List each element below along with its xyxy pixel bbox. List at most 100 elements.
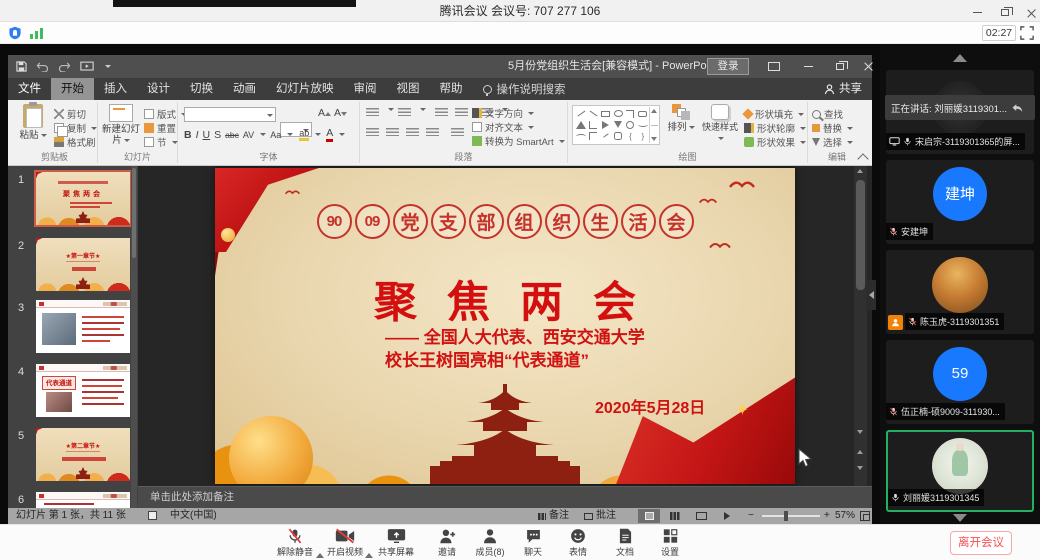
participant-tile[interactable]: 陈玉虎-3119301351 [886,250,1034,334]
slide-thumbnail-1[interactable]: 聚焦两会 [36,172,130,225]
comments-toggle[interactable]: 批注 [584,508,616,524]
align-center-button[interactable] [386,128,399,138]
case-arrow[interactable] [287,133,293,136]
current-slide[interactable]: ✦ [215,168,795,484]
previous-slide-icon[interactable] [857,450,863,454]
font-name-combo[interactable] [184,107,276,122]
format-painter-button[interactable]: 格式刷 [54,135,97,149]
font-color-arrow[interactable] [339,133,345,136]
shape-outline-button[interactable]: 形状轮廓 [744,121,806,135]
select-button[interactable]: 选择 [812,135,853,149]
minimize-button[interactable] [968,6,986,18]
quick-styles-button[interactable]: 快速样式 [700,104,740,144]
redo-icon[interactable] [58,61,71,72]
italic-button[interactable]: I [196,129,199,141]
zoom-out-button[interactable]: − [748,508,754,524]
slide-sorter-button[interactable] [664,509,686,523]
close-button[interactable] [1022,6,1040,18]
video-options-arrow[interactable] [365,536,373,542]
align-left-button[interactable] [366,128,379,138]
spellcheck-icon[interactable] [148,511,157,520]
start-slideshow-icon[interactable] [80,61,94,72]
new-slide-button[interactable]: 新建幻灯片 [100,104,142,146]
tell-me-search[interactable]: 操作说明搜索 [473,78,576,100]
invite-button[interactable]: 邀请 [424,527,470,559]
increase-indent-button[interactable] [455,108,468,118]
tab-slideshow[interactable]: 幻灯片放映 [266,78,344,100]
fit-slide-to-window-icon[interactable] [860,511,870,521]
jump-to-speaker-icon[interactable] [1011,103,1023,113]
scroll-participants-up[interactable] [880,54,1040,62]
shrink-font-button[interactable]: A [334,107,347,119]
cut-button[interactable]: 剪切 [54,107,97,121]
columns-button[interactable] [451,128,464,138]
ppt-close-button[interactable] [858,60,878,73]
unmute-button[interactable]: 解除静音 [272,527,318,559]
shadow-button[interactable]: S [214,129,221,141]
save-icon[interactable] [16,61,27,72]
ppt-restore-button[interactable] [830,60,850,73]
slide-thumbnail-4[interactable]: 代表通道 [36,364,130,417]
grow-font-button[interactable]: A [318,107,331,119]
fullscreen-icon[interactable] [1020,26,1034,40]
shapes-gallery[interactable]: {} [572,105,660,145]
zoom-slider-thumb[interactable] [784,511,788,521]
thumbnail-scrollbar[interactable] [131,166,137,508]
tab-view[interactable]: 视图 [387,78,430,100]
text-direction-button[interactable]: 文字方向 [472,106,565,120]
font-color-button[interactable]: A [326,127,333,142]
underline-button[interactable]: U [203,129,211,141]
collapse-ribbon-icon[interactable] [858,153,868,161]
paste-button[interactable]: 粘贴 [14,104,52,141]
settings-button[interactable]: 设置 [647,527,693,559]
tab-file[interactable]: 文件 [8,78,51,100]
language-status[interactable]: 中文(中国) [170,508,217,524]
shape-fill-button[interactable]: 形状填充 [744,107,806,121]
slideshow-view-button[interactable] [716,509,738,523]
tab-help[interactable]: 帮助 [430,78,473,100]
share-screen-button[interactable]: 共享屏幕 [373,527,419,559]
slide-thumbnail-3[interactable] [36,300,130,353]
highlight-color-button[interactable]: ab [299,128,309,141]
scroll-participants-down[interactable] [880,514,1040,522]
ppt-share-button[interactable]: 共享 [824,78,862,100]
docs-button[interactable]: 文档 [602,527,648,559]
scroll-up-icon[interactable] [857,169,863,173]
numbering-button[interactable] [398,108,411,118]
participant-tile[interactable]: 59 伍正楠-硕9009-311930... [886,340,1034,424]
start-video-button[interactable]: 开启视频 [322,527,368,559]
participant-tile[interactable]: 建坤 安建坤 [886,160,1034,244]
smartart-button[interactable]: 转换为 SmartArt [472,134,565,148]
tab-design[interactable]: 设计 [137,78,180,100]
scrollbar-thumb[interactable] [856,180,865,290]
arrange-button[interactable]: 排列 [664,104,698,133]
encryption-shield-icon[interactable] [8,26,22,40]
tab-transitions[interactable]: 切换 [180,78,223,100]
notes-pane[interactable]: 单击此处添加备注 [138,486,872,508]
zoom-slider-track[interactable] [762,515,820,517]
replace-button[interactable]: 替换 [812,121,853,135]
character-spacing-button[interactable]: AV [243,130,254,140]
leave-meeting-button[interactable]: 离开会议 [950,531,1012,555]
emoji-button[interactable]: 表情 [555,527,601,559]
members-button[interactable]: 成员(8) [467,527,513,559]
strikethrough-button[interactable]: abc [225,130,239,140]
highlight-arrow[interactable] [315,133,321,136]
slide-thumbnail-5[interactable]: ★第二章节★ [36,428,130,481]
justify-button[interactable] [426,128,439,138]
qat-customize-arrow[interactable] [105,65,111,68]
copy-button[interactable]: 复制 [54,121,97,135]
restore-button[interactable] [996,6,1014,18]
tab-review[interactable]: 审阅 [344,78,387,100]
bold-button[interactable]: B [184,129,192,141]
participant-tile-speaking[interactable]: 刘丽媛3119301345 [886,430,1034,512]
change-case-button[interactable]: Aa [270,130,281,140]
normal-view-button[interactable] [638,509,660,523]
decrease-indent-button[interactable] [435,108,448,118]
notes-toggle[interactable]: 备注 [538,508,569,524]
undo-icon[interactable] [36,61,49,72]
sidebar-collapse-handle[interactable] [866,280,876,310]
align-text-button[interactable]: 对齐文本 [472,120,565,134]
slide-thumbnail-2[interactable]: ★第一章节★ [36,238,130,291]
ppt-minimize-button[interactable] [798,60,818,73]
